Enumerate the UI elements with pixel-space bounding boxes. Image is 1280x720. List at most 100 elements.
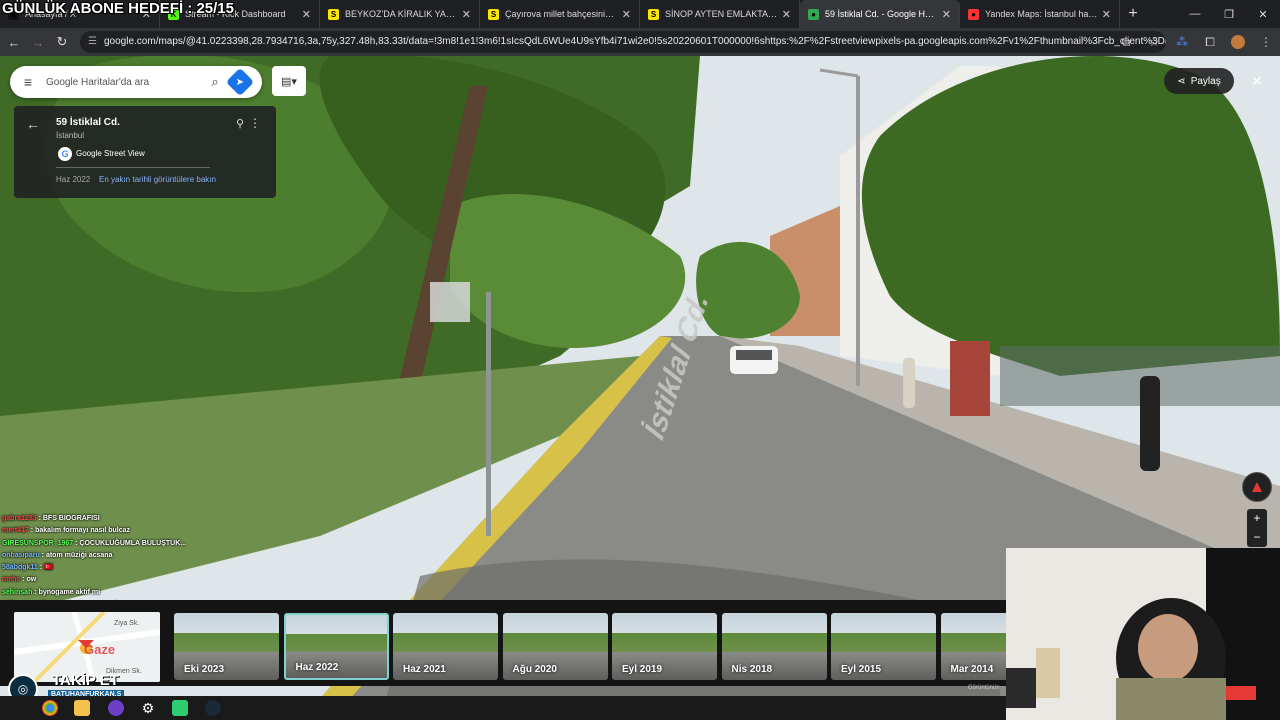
- tab-close-icon[interactable]: ✕: [782, 8, 791, 21]
- chat-message: GIRESUNSPOR_1967 : ÇOCUKLUĞUMLA BULUŞTUK…: [2, 538, 302, 550]
- chat-username: mehe: [2, 576, 21, 584]
- chat-message: mert417 : bakalım formayı nasıl bulcaz: [2, 525, 302, 537]
- close-street-view-icon[interactable]: ✕: [1246, 70, 1268, 92]
- tab-close-icon[interactable]: ✕: [462, 8, 471, 21]
- timeline-date-label: Eyl 2019: [622, 664, 663, 675]
- timeline-date-label: Eyl 2015: [841, 664, 882, 675]
- chat-text: : 🇹🇷: [37, 564, 53, 572]
- install-icon[interactable]: ⧉: [1112, 28, 1140, 56]
- bookmark-star-icon[interactable]: ☆: [1140, 28, 1168, 56]
- obs-taskbar-icon[interactable]: [108, 700, 124, 716]
- tab-favicon-icon: ●: [968, 8, 979, 20]
- maps-search-box[interactable]: ≡ Google Haritalar'da ara ⌕ ➤: [10, 66, 262, 98]
- tab-favicon-icon: S: [488, 8, 499, 20]
- browser-tab[interactable]: ● 59 İstiklal Cd. - Google Haritala ✕: [800, 0, 960, 28]
- timeline-date-label: Haz 2022: [295, 662, 339, 673]
- tab-favicon-icon: ●: [808, 8, 819, 20]
- tab-close-icon[interactable]: ✕: [302, 8, 311, 21]
- timeline-thumbnail[interactable]: Ağu 2020: [502, 613, 608, 680]
- browser-tab[interactable]: S SİNOP AYTEN EMLAKTAN 2+1 ✕: [640, 0, 800, 28]
- layers-icon: ▤▾: [281, 75, 297, 88]
- compass-icon[interactable]: [1242, 472, 1272, 502]
- tab-favicon-icon: S: [328, 8, 339, 20]
- chat-username: mert417: [2, 527, 29, 535]
- tab-title: Çayırova millet bahçesinin karş: [505, 9, 618, 19]
- share-label: Paylaş: [1190, 75, 1221, 87]
- minimap-street-label: Ziya Sk.: [114, 620, 140, 627]
- url-text: google.com/maps/@41.0223398,28.7934716,3…: [104, 36, 1166, 47]
- window-controls: — ❐ ✕: [1178, 0, 1280, 28]
- chat-message: gabra1283 : BFS BIOGRAFISI: [2, 513, 302, 525]
- close-window-icon[interactable]: ✕: [1246, 0, 1280, 28]
- tab-title: Yandex Maps: İstanbul haritası: [985, 9, 1098, 19]
- folder-taskbar-icon[interactable]: [74, 700, 90, 716]
- browser-tab[interactable]: S BEYKOZ'DA KİRALIK YALI - Kira ✕: [320, 0, 480, 28]
- subscriber-goal-overlay: GÜNLÜK ABONE HEDEFİ : 25/15: [2, 0, 234, 17]
- place-title: 59 İstiklal Cd.: [56, 117, 120, 128]
- search-icon[interactable]: ⌕: [200, 74, 230, 90]
- maximize-icon[interactable]: ❐: [1212, 0, 1246, 28]
- reload-icon[interactable]: ↻: [50, 30, 74, 54]
- timeline-thumbnail[interactable]: Eyl 2019: [612, 613, 717, 680]
- app-taskbar-icon[interactable]: [172, 700, 188, 716]
- browser-toolbar: ← → ↻ ☰ google.com/maps/@41.0223398,28.7…: [0, 28, 1280, 56]
- minimize-icon[interactable]: —: [1178, 0, 1212, 28]
- timeline-date-label: Ağu 2020: [512, 664, 557, 675]
- directions-button[interactable]: ➤: [225, 67, 255, 97]
- location-pin-icon[interactable]: ⚲: [236, 117, 244, 130]
- timeline-thumbnail[interactable]: Eyl 2015: [831, 613, 936, 680]
- share-button[interactable]: ⋖ Paylaş: [1164, 68, 1234, 94]
- tab-title: 59 İstiklal Cd. - Google Haritala: [825, 9, 938, 19]
- divider: [56, 167, 210, 168]
- chat-text: : atom müziği acsana: [39, 551, 113, 559]
- search-input[interactable]: Google Haritalar'da ara: [46, 77, 200, 88]
- more-options-icon[interactable]: ⋮: [249, 116, 261, 130]
- chat-message: sehinsah : bynogame aktif mi: [2, 587, 302, 599]
- chat-username: 58abdgk11: [2, 564, 38, 572]
- chat-message: 58abdgk11 : 🇹🇷: [2, 562, 302, 574]
- extension-bluetooth-icon[interactable]: ⁂: [1168, 28, 1196, 56]
- tab-close-icon[interactable]: ✕: [1102, 8, 1111, 21]
- tab-title: SİNOP AYTEN EMLAKTAN 2+1: [665, 9, 778, 19]
- chat-username: gabra1283: [2, 515, 37, 522]
- steam-taskbar-icon[interactable]: [205, 700, 221, 716]
- zoom-controls: + −: [1247, 509, 1267, 547]
- layers-button[interactable]: ▤▾: [272, 66, 306, 96]
- timeline-thumbnail[interactable]: Haz 2021: [393, 613, 498, 680]
- forward-icon[interactable]: →: [26, 30, 50, 54]
- share-icon: ⋖: [1177, 75, 1186, 87]
- timeline-date-label: Mar 2014: [950, 664, 994, 675]
- menu-icon[interactable]: ≡: [10, 74, 46, 90]
- chat-text: : ÇOCUKLUĞUMLA BULUŞTUK...: [73, 539, 187, 547]
- timeline-date-label: Eki 2023: [184, 664, 225, 675]
- place-city: İstanbul: [56, 131, 85, 140]
- extensions-puzzle-icon[interactable]: ⧠: [1196, 28, 1224, 56]
- browser-tab[interactable]: S Çayırova millet bahçesinin karş ✕: [480, 0, 640, 28]
- screen: X Anasayfa / X ✕ K Stream - Kick Dashboard ✕ S…: [0, 0, 1280, 720]
- chrome-menu-icon[interactable]: ⋮: [1252, 28, 1280, 56]
- site-info-icon[interactable]: ☰: [88, 31, 97, 53]
- zoom-in-button[interactable]: +: [1247, 509, 1267, 528]
- webcam-overlay: [1006, 548, 1280, 720]
- address-bar[interactable]: ☰ google.com/maps/@41.0223398,28.7934716…: [80, 31, 1166, 53]
- browser-tab[interactable]: ● Yandex Maps: İstanbul haritası ✕: [960, 0, 1120, 28]
- tab-favicon-icon: S: [648, 8, 659, 20]
- timeline-thumbnail[interactable]: Eki 2023: [174, 613, 279, 680]
- new-tab-button[interactable]: +: [1120, 0, 1146, 28]
- timeline-thumbnail[interactable]: Haz 2022: [283, 613, 389, 680]
- tab-close-icon[interactable]: ✕: [942, 8, 951, 21]
- chat-message: onbasiparu : atom müziği acsana: [2, 550, 302, 562]
- follow-title: TAKİP ET: [52, 672, 119, 689]
- chat-text: : bynogame aktif mi: [32, 588, 101, 596]
- latest-imagery-link[interactable]: En yakın tarihli görüntülere bakın: [99, 175, 216, 184]
- back-arrow-icon[interactable]: ←: [26, 116, 40, 132]
- chrome-taskbar-icon[interactable]: [42, 700, 58, 716]
- zoom-out-button[interactable]: −: [1247, 528, 1267, 547]
- chat-message: mehe : ow: [2, 574, 302, 586]
- profile-avatar[interactable]: [1224, 28, 1252, 56]
- back-icon[interactable]: ←: [2, 30, 26, 54]
- timeline-thumbnail[interactable]: Nis 2018: [721, 613, 827, 680]
- chat-username: sehinsah: [2, 588, 33, 596]
- settings-taskbar-icon[interactable]: ⚙: [140, 700, 156, 716]
- tab-close-icon[interactable]: ✕: [622, 8, 631, 21]
